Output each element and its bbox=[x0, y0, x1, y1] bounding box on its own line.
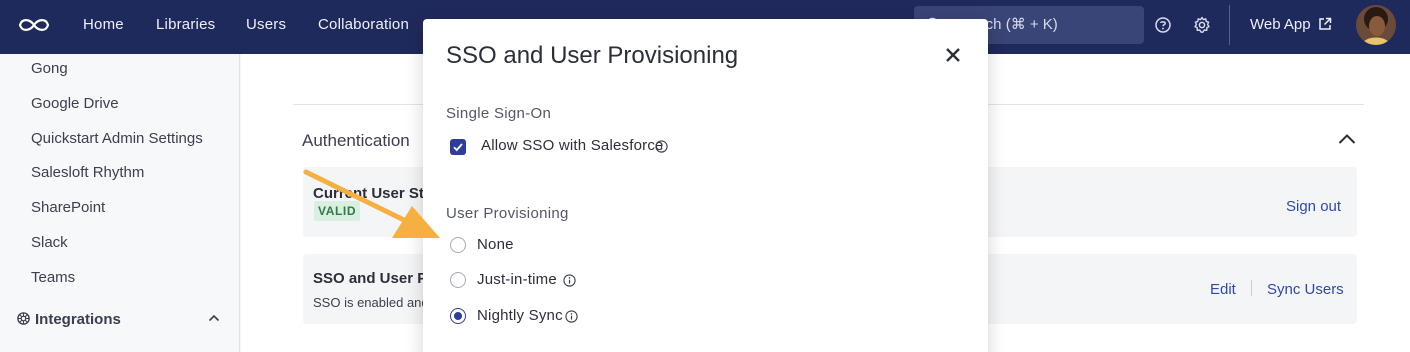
sidebar-item-gong[interactable]: Gong bbox=[31, 60, 68, 77]
sidebar-item-quickstart-admin-settings[interactable]: Quickstart Admin Settings bbox=[31, 130, 203, 147]
sso-provisioning-modal: SSO and User Provisioning Single Sign-On… bbox=[423, 19, 988, 352]
info-icon[interactable] bbox=[565, 310, 578, 323]
authentication-title: Authentication bbox=[302, 131, 410, 150]
sync-users-link[interactable]: Sync Users bbox=[1267, 281, 1344, 298]
edit-link[interactable]: Edit bbox=[1210, 281, 1236, 298]
logo-icon[interactable] bbox=[17, 14, 51, 36]
nav-users[interactable]: Users bbox=[246, 0, 286, 54]
radio-nightly-sync[interactable] bbox=[450, 308, 466, 324]
sidebar-item-salesloft-rhythm[interactable]: Salesloft Rhythm bbox=[31, 164, 144, 181]
help-icon[interactable] bbox=[1153, 15, 1173, 35]
web-app-label: Web App bbox=[1250, 16, 1311, 33]
card-description: SSO is enabled and bbox=[313, 295, 429, 310]
checkmark-icon bbox=[453, 143, 463, 152]
avatar[interactable] bbox=[1356, 5, 1396, 45]
radio-none[interactable] bbox=[450, 237, 466, 253]
action-separator bbox=[1251, 280, 1252, 296]
sign-out-link[interactable]: Sign out bbox=[1286, 198, 1341, 215]
info-icon[interactable] bbox=[655, 140, 668, 153]
sidebar: Gong Google Drive Quickstart Admin Setti… bbox=[0, 54, 240, 352]
allow-sso-label: Allow SSO with Salesforce bbox=[481, 137, 664, 154]
close-icon[interactable] bbox=[942, 44, 964, 66]
user-provisioning-label: User Provisioning bbox=[446, 205, 569, 222]
annotation-arrow-icon bbox=[303, 169, 440, 238]
nav-libraries[interactable]: Libraries bbox=[156, 0, 215, 54]
gear-icon bbox=[17, 312, 30, 325]
sidebar-section-label: Integrations bbox=[35, 311, 121, 328]
gear-icon[interactable] bbox=[1192, 15, 1212, 35]
external-link-icon bbox=[1319, 17, 1332, 30]
sidebar-section-integrations[interactable]: Integrations bbox=[16, 310, 224, 330]
chevron-up-icon bbox=[208, 314, 220, 322]
radio-just-in-time-label: Just-in-time bbox=[477, 271, 557, 288]
sidebar-item-slack[interactable]: Slack bbox=[31, 234, 68, 251]
radio-none-label: None bbox=[477, 236, 514, 253]
sidebar-item-google-drive[interactable]: Google Drive bbox=[31, 95, 119, 112]
modal-title: SSO and User Provisioning bbox=[446, 42, 739, 69]
radio-just-in-time[interactable] bbox=[450, 272, 466, 288]
radio-nightly-sync-label: Nightly Sync bbox=[477, 307, 563, 324]
sidebar-item-teams[interactable]: Teams bbox=[31, 269, 75, 286]
nav-divider bbox=[1229, 5, 1230, 45]
single-sign-on-label: Single Sign-On bbox=[446, 105, 552, 122]
web-app-link[interactable]: Web App bbox=[1250, 0, 1332, 54]
sidebar-item-sharepoint[interactable]: SharePoint bbox=[31, 199, 105, 216]
avatar-image bbox=[1356, 5, 1396, 45]
chevron-up-icon[interactable] bbox=[1338, 133, 1356, 145]
nav-collaboration[interactable]: Collaboration bbox=[318, 0, 409, 54]
nav-home[interactable]: Home bbox=[83, 0, 124, 54]
allow-sso-checkbox[interactable] bbox=[450, 139, 466, 155]
info-icon[interactable] bbox=[563, 274, 576, 287]
